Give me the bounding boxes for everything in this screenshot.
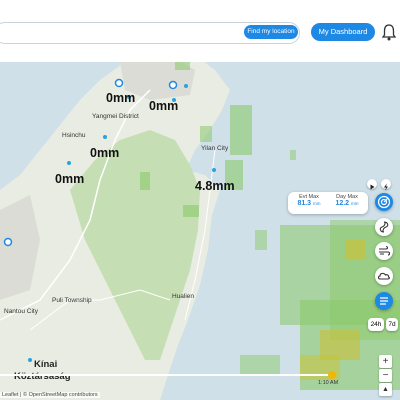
rainfall-label: 4.8mm <box>195 179 235 193</box>
day-max-unit: mm <box>351 201 359 206</box>
station-marker <box>103 135 107 139</box>
rainfall-label: 0mm <box>90 146 120 160</box>
station-marker <box>28 358 32 362</box>
max-rainfall-panel: Evt Max 81.3 mm Day Max 12.2 mm <box>288 192 368 214</box>
cloud-icon <box>377 272 390 280</box>
radar-layer-button[interactable] <box>375 193 393 211</box>
rainfall-label: 0mm <box>149 99 179 113</box>
timeline-thumb[interactable] <box>328 371 336 379</box>
wind-layer-button[interactable] <box>375 242 393 260</box>
timeline-time-label: 1:10 AM <box>318 380 339 386</box>
map-attribution[interactable]: Leaflet | © OpenStreetMap contributors <box>0 392 100 398</box>
place-label: Yangmei District <box>92 113 139 120</box>
lightning-icon <box>384 183 388 191</box>
rainfall-label: 0mm <box>55 172 85 186</box>
zoom-out-button[interactable]: − <box>379 369 392 382</box>
timeline-track[interactable] <box>0 374 332 376</box>
range-7d-button[interactable]: 7d <box>386 318 398 331</box>
radar-icon <box>377 195 391 209</box>
station-marker <box>114 78 124 88</box>
station-marker <box>212 168 216 172</box>
place-label: Hsinchu <box>62 132 86 139</box>
day-max-value: 12.2 <box>335 200 350 207</box>
evt-max-value: 81.3 <box>297 200 312 207</box>
place-label: Yilan City <box>201 145 229 152</box>
range-24h-button[interactable]: 24h <box>368 318 384 331</box>
evt-max-unit: mm <box>313 201 321 206</box>
list-icon <box>380 297 388 305</box>
bell-icon[interactable] <box>381 23 397 41</box>
list-layer-button[interactable] <box>375 292 393 310</box>
play-button[interactable] <box>367 179 377 190</box>
typhoon-layer-button[interactable] <box>375 218 393 236</box>
station-marker <box>168 80 178 90</box>
place-label: Hualien <box>172 293 195 300</box>
country-label: Köztársaság <box>14 371 71 382</box>
lightning-button[interactable] <box>381 179 391 191</box>
station-marker <box>184 84 188 88</box>
zoom-in-button[interactable]: + <box>379 355 392 368</box>
place-label: Puli Township <box>52 297 92 304</box>
country-label: Kínai <box>34 359 58 370</box>
place-label: Nantou City <box>4 308 38 315</box>
rainfall-label: 0mm <box>106 91 136 105</box>
wind-icon <box>379 245 391 256</box>
station-marker <box>3 237 13 247</box>
my-dashboard-button[interactable]: My Dashboard <box>311 23 375 41</box>
station-marker <box>67 161 71 165</box>
weather-layer-button[interactable] <box>375 267 393 285</box>
typhoon-icon <box>379 221 389 233</box>
compass-button[interactable]: ▲ <box>379 383 392 396</box>
play-icon <box>370 184 375 190</box>
find-my-location-button[interactable]: Find my location <box>244 25 298 39</box>
